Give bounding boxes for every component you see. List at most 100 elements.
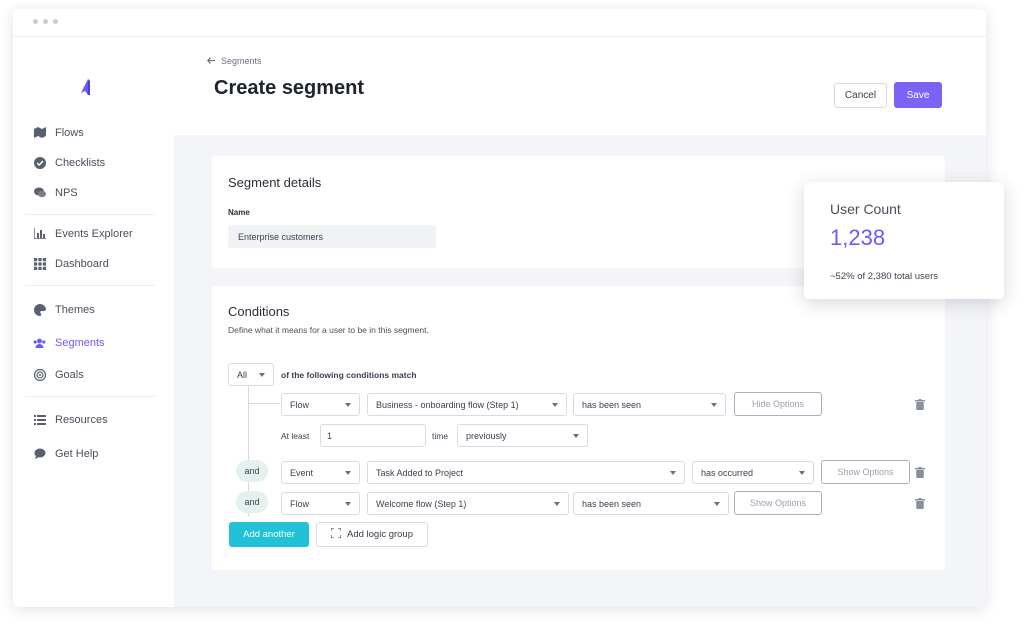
sidebar-item-label: Themes	[55, 303, 95, 316]
page-title: Create segment	[214, 77, 365, 99]
condition-target-select[interactable]: Business - onboarding flow (Step 1)	[367, 393, 567, 416]
expand-corners-icon	[330, 527, 342, 541]
at-least-label: At least	[281, 431, 310, 441]
sidebar-item-label: Flows	[55, 126, 84, 139]
arrow-left-icon	[206, 56, 215, 66]
add-logic-group-button[interactable]: Add logic group	[316, 522, 428, 547]
target-icon	[33, 368, 46, 381]
bar-chart-icon	[33, 227, 46, 240]
help-bubble-icon	[33, 447, 46, 460]
select-value: Task Added to Project	[376, 467, 464, 478]
window-controls	[33, 19, 58, 24]
match-text: of the following conditions match	[281, 370, 417, 380]
select-value: Flow	[290, 498, 310, 509]
condition-target-select[interactable]: Welcome flow (Step 1)	[367, 492, 569, 515]
chevron-down-icon	[670, 471, 676, 475]
user-count-value: 1,238	[830, 225, 886, 250]
sidebar-item-events-explorer[interactable]: Events Explorer	[33, 227, 133, 240]
trash-icon[interactable]	[915, 498, 925, 509]
sidebar-item-label: Segments	[55, 336, 105, 349]
condition-state-select[interactable]: has been seen	[573, 393, 726, 416]
window-dot[interactable]	[53, 19, 58, 24]
check-circle-icon	[33, 156, 46, 169]
chevron-down-icon	[552, 403, 558, 407]
sidebar-item-get-help[interactable]: Get Help	[33, 447, 98, 460]
list-icon	[33, 413, 46, 426]
sidebar-item-dashboard[interactable]: Dashboard	[33, 257, 109, 270]
sidebar-item-label: Get Help	[55, 447, 99, 460]
condition-type-select[interactable]: Flow	[281, 393, 360, 416]
select-value: Business - onboarding flow (Step 1)	[376, 399, 519, 410]
breadcrumb-label: Segments	[221, 56, 262, 66]
segment-name-input[interactable]: Enterprise customers	[228, 225, 436, 248]
chevron-down-icon	[259, 373, 265, 377]
chevron-down-icon	[345, 502, 351, 506]
window-dot[interactable]	[33, 19, 38, 24]
section-title: Segment details	[228, 175, 322, 190]
sidebar-item-flows[interactable]: Flows	[33, 126, 84, 139]
nav-divider	[25, 214, 155, 215]
select-value: has been seen	[582, 498, 642, 509]
and-connector-pill[interactable]: and	[236, 491, 268, 513]
conditions-card: Conditions Define what it means for a us…	[212, 286, 945, 570]
sidebar-item-goals[interactable]: Goals	[33, 368, 84, 381]
chevron-down-icon	[573, 434, 579, 438]
match-select[interactable]: All	[228, 363, 274, 386]
page-header: Segments Create segment Cancel Save	[174, 37, 986, 135]
nav-divider	[25, 396, 155, 397]
users-icon	[33, 336, 46, 349]
occurrence-count-input[interactable]: 1	[320, 424, 426, 447]
tree-connector	[248, 403, 280, 404]
select-value: Event	[290, 467, 314, 478]
sidebar-item-nps[interactable]: NPS	[33, 186, 78, 199]
sidebar-item-checklists[interactable]: Checklists	[33, 156, 105, 169]
title-bar	[13, 9, 986, 37]
select-value: previously	[466, 430, 507, 441]
match-select-value: All	[237, 369, 248, 380]
condition-type-select[interactable]: Event	[281, 461, 360, 484]
add-another-button[interactable]: Add another	[229, 522, 309, 547]
and-connector-pill[interactable]: and	[236, 460, 268, 482]
sidebar-item-label: Checklists	[55, 156, 106, 169]
condition-state-select[interactable]: has been seen	[573, 492, 729, 515]
sidebar-item-label: NPS	[55, 186, 78, 199]
select-value: has been seen	[582, 399, 642, 410]
sidebar-item-resources[interactable]: Resources	[33, 413, 108, 426]
sidebar-item-segments[interactable]: Segments	[33, 336, 105, 349]
chevron-down-icon	[799, 471, 805, 475]
map-icon	[33, 126, 46, 139]
chat-icon	[33, 186, 46, 199]
app-logo-icon[interactable]	[77, 78, 93, 96]
sidebar-item-label: Goals	[55, 368, 84, 381]
sidebar: Flows Checklists NPS Events Explorer Das…	[13, 37, 174, 607]
name-label: Name	[228, 208, 250, 217]
select-value: Welcome flow (Step 1)	[376, 498, 467, 509]
cancel-button[interactable]: Cancel	[834, 83, 887, 108]
show-options-button[interactable]: Show Options	[821, 460, 910, 484]
user-count-card: User Count 1,238 ~52% of 2,380 total use…	[804, 182, 1004, 299]
conditions-description: Define what it means for a user to be in…	[228, 325, 429, 335]
trash-icon[interactable]	[915, 467, 925, 478]
grid-icon	[33, 257, 46, 270]
time-label: time	[432, 431, 449, 441]
time-range-select[interactable]: previously	[457, 424, 588, 447]
save-button[interactable]: Save	[894, 82, 942, 108]
trash-icon[interactable]	[915, 399, 925, 410]
select-value: Flow	[290, 399, 310, 410]
user-count-subtitle: ~52% of 2,380 total users	[830, 271, 939, 282]
chevron-down-icon	[554, 502, 560, 506]
condition-type-select[interactable]: Flow	[281, 492, 360, 515]
window-dot[interactable]	[43, 19, 48, 24]
show-options-button[interactable]: Show Options	[734, 491, 822, 515]
sidebar-item-label: Dashboard	[55, 257, 109, 270]
chevron-down-icon	[714, 502, 720, 506]
condition-state-select[interactable]: has occurred	[692, 461, 814, 484]
chevron-down-icon	[345, 471, 351, 475]
sidebar-item-themes[interactable]: Themes	[33, 303, 95, 316]
nav-divider	[25, 285, 155, 286]
button-label: Add logic group	[346, 529, 414, 540]
condition-target-select[interactable]: Task Added to Project	[367, 461, 685, 484]
breadcrumb-back-link[interactable]: Segments	[206, 56, 262, 66]
app-window: Flows Checklists NPS Events Explorer Das…	[13, 9, 986, 607]
hide-options-button[interactable]: Hide Options	[734, 392, 822, 416]
